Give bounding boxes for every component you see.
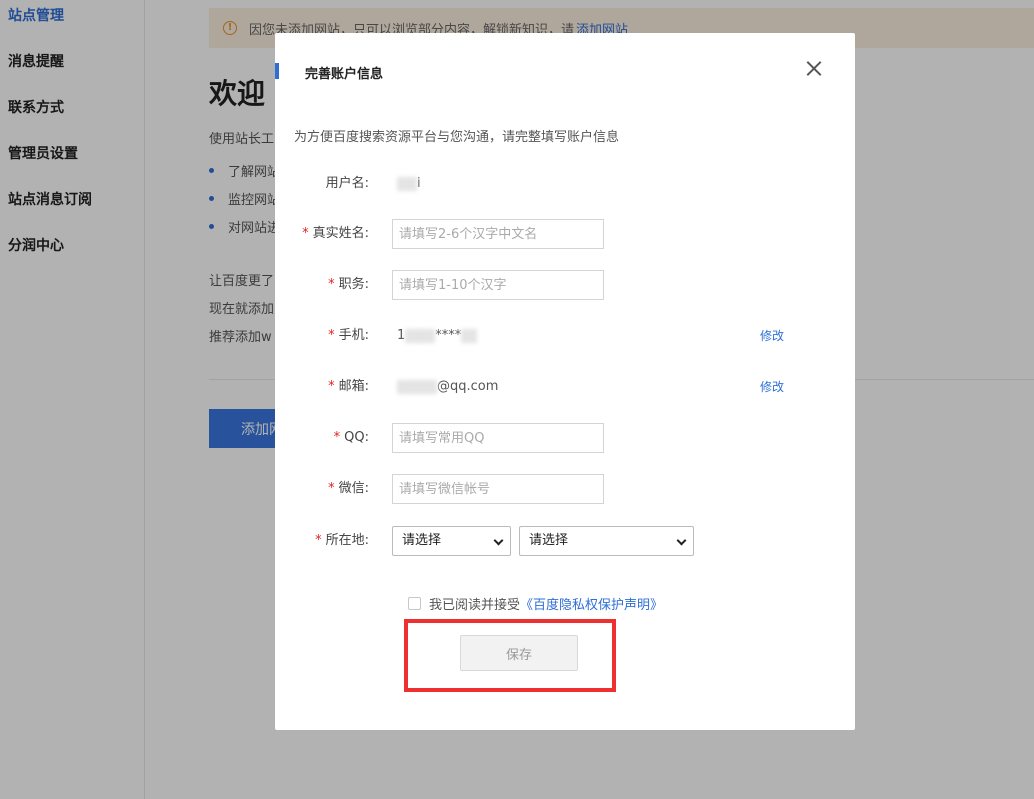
phone-value: 1 **** [397,321,478,351]
redacted-mask [405,328,436,343]
location-label: * 所在地: [315,533,369,548]
row-realname: * 真实姓名: [275,219,855,251]
email-label: * 邮箱: [328,379,369,394]
qq-input[interactable] [392,423,604,453]
city-select[interactable]: 请选择 [519,526,694,556]
position-input[interactable] [392,270,604,300]
realname-label: * 真实姓名: [302,226,369,241]
privacy-policy-link[interactable]: 《百度隐私权保护声明》 [520,594,663,613]
modal-title: 完善账户信息 [305,67,384,82]
close-icon[interactable] [803,58,825,80]
row-location: * 所在地: 请选择 请选择 [275,526,855,558]
agree-checkbox[interactable] [408,596,421,610]
province-select-value: 请选择 [402,533,442,548]
modal-intro: 为方便百度搜索资源平台与您沟通，请完整填写账户信息 [294,130,620,145]
row-phone: * 手机: 1 **** 修改 [275,321,855,353]
row-qq: * QQ: [275,423,855,455]
title-accent [275,63,279,79]
redacted-mask [397,379,437,394]
redacted-mask [461,328,478,343]
province-select[interactable]: 请选择 [392,526,511,556]
username-label: 用户名: [325,176,369,191]
agree-text: 我已阅读并接受 [429,597,521,613]
row-wechat: * 微信: [275,474,855,506]
row-username: 用户名: i [275,169,855,201]
edit-email-link[interactable]: 修改 [760,372,784,402]
realname-input[interactable] [392,219,604,249]
chevron-down-icon [493,535,504,546]
row-email: * 邮箱: @qq.com 修改 [275,372,855,404]
wechat-label: * 微信: [328,481,369,496]
edit-phone-link[interactable]: 修改 [760,321,784,351]
city-select-value: 请选择 [529,533,569,548]
qq-label: * QQ: [333,430,369,445]
email-value: @qq.com [397,372,498,402]
username-value: i [397,169,421,199]
account-info-modal: 完善账户信息 为方便百度搜索资源平台与您沟通，请完整填写账户信息 用户名: i … [275,33,855,730]
save-button[interactable]: 保存 [460,635,578,671]
wechat-input[interactable] [392,474,604,504]
redacted-mask [397,176,417,191]
position-label: * 职务: [328,277,369,292]
chevron-down-icon [676,535,687,546]
row-position: * 职务: [275,270,855,302]
phone-label: * 手机: [328,328,369,343]
modal-header: 完善账户信息 [275,33,855,105]
agreement-row: 我已阅读并接受 《百度隐私权保护声明》 [408,593,663,613]
